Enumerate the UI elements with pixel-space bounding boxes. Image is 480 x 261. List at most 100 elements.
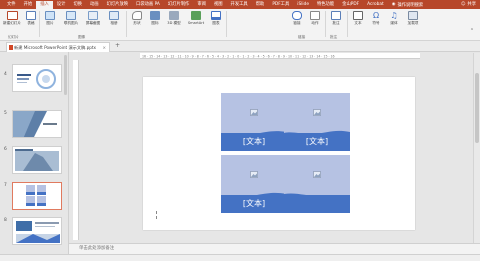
insert-picture-icon[interactable] xyxy=(313,109,321,116)
addins-label: 加载项 xyxy=(407,21,419,25)
thumbnail-scrollbar[interactable] xyxy=(64,55,67,95)
tab-islide[interactable]: iSlide xyxy=(293,0,313,9)
notes-pane[interactable]: 单击此处添加备注 xyxy=(69,243,480,254)
tab-pdf-tools[interactable]: PDF工具 xyxy=(268,0,293,9)
action-label: 动作 xyxy=(311,21,319,25)
online-picture-icon xyxy=(66,11,76,20)
table-label: 表格 xyxy=(27,21,35,25)
document-tab-row: 新建 Microsoft PowerPoint 演示文稿.pptx × + xyxy=(0,41,480,52)
slide-thumbnail[interactable] xyxy=(12,146,62,174)
tab-kingsoft-pdf[interactable]: 金山PDF xyxy=(338,0,363,9)
photo-album-button[interactable]: 相册 xyxy=(106,11,122,25)
thumbnail-preview xyxy=(13,147,61,173)
screenshot-button[interactable]: 屏幕截图 xyxy=(84,11,102,25)
speaker-icon: ♫ xyxy=(390,11,398,20)
placeholder-text[interactable]: [文本] xyxy=(284,136,350,147)
collapse-ribbon-icon[interactable]: ⌃ xyxy=(468,29,476,34)
placeholder-text[interactable]: [文本] xyxy=(221,198,287,209)
tab-animations[interactable]: 动画 xyxy=(86,0,103,9)
placeholder-text[interactable]: [文本] xyxy=(221,136,287,147)
thumbnail-number: 8 xyxy=(4,218,7,223)
smartart-icon xyxy=(191,11,201,20)
share-button[interactable]: ☺ 共享 xyxy=(461,0,476,9)
tab-slideshow[interactable]: 幻灯片放映 xyxy=(103,0,132,9)
group-separator xyxy=(226,11,227,37)
picture-icon xyxy=(45,11,55,20)
tab-slide-making[interactable]: 幻灯片制作 xyxy=(164,0,193,9)
tab-help[interactable]: 帮助 xyxy=(252,0,269,9)
document-tab[interactable]: 新建 Microsoft PowerPoint 演示文稿.pptx × xyxy=(6,42,110,52)
horizontal-ruler: 16 · 15 · 14 · 13 · 12 · 11 · 10 · 9 · 8… xyxy=(140,53,420,59)
text-button[interactable]: 文本 xyxy=(351,11,365,25)
smartart-button[interactable]: SmartArt xyxy=(186,11,206,25)
picture-placeholder-2[interactable]: [文本] xyxy=(284,93,350,151)
tab-insert[interactable]: 插入 xyxy=(36,1,53,9)
chart-icon xyxy=(211,11,221,20)
table-button[interactable]: 表格 xyxy=(25,11,37,25)
screenshot-label: 屏幕截图 xyxy=(85,21,101,25)
insert-picture-icon[interactable] xyxy=(250,171,258,178)
link-icon xyxy=(292,11,302,20)
tab-transitions[interactable]: 切换 xyxy=(69,0,86,9)
action-icon xyxy=(310,11,320,20)
photo-album-label: 相册 xyxy=(110,21,118,25)
slide-thumbnail[interactable] xyxy=(12,64,62,92)
screenshot-icon xyxy=(88,11,98,20)
link-label: 链接 xyxy=(293,21,301,25)
close-icon[interactable]: × xyxy=(102,43,106,52)
person-icon: ☺ xyxy=(460,2,466,7)
3d-models-button[interactable]: 3D 模型 xyxy=(166,11,182,25)
document-tab-title: 新建 Microsoft PowerPoint 演示文稿.pptx xyxy=(14,45,97,50)
tab-review[interactable]: 审阅 xyxy=(193,0,210,9)
tab-file[interactable]: 文件 xyxy=(3,0,20,9)
shapes-icon xyxy=(132,11,142,20)
new-slide-button[interactable]: 新建幻灯片 xyxy=(2,11,22,25)
group-comments-label: 批注 xyxy=(330,35,338,39)
insert-picture-icon[interactable] xyxy=(313,171,321,178)
symbols-button[interactable]: Ω 符号 xyxy=(369,11,383,25)
thumbnail-number: 6 xyxy=(4,147,7,152)
tab-acrobat[interactable]: Acrobat xyxy=(363,0,388,9)
text-label: 文本 xyxy=(354,21,362,25)
slide-thumbnail-pane[interactable]: 4 5 6 7 8 xyxy=(0,52,69,254)
textbox-icon xyxy=(353,11,363,20)
picture-placeholder-3[interactable]: [文本] xyxy=(221,155,287,213)
picture-placeholder-1[interactable]: [文本] xyxy=(221,93,287,151)
vertical-scrollbar[interactable] xyxy=(473,53,480,243)
icons-button[interactable]: 图标 xyxy=(148,11,162,25)
tab-special[interactable]: 特色功能 xyxy=(313,0,338,9)
tab-view[interactable]: 视图 xyxy=(210,0,227,9)
icons-label: 图标 xyxy=(151,21,159,25)
vertical-ruler xyxy=(73,60,79,240)
chart-button[interactable]: 图表 xyxy=(209,11,223,25)
action-button[interactable]: 动作 xyxy=(308,11,322,25)
ribbon-insert: 新建幻灯片 表格 幻灯片 图片 联机图片 屏幕截图 相册 图像 形状 图标 3D… xyxy=(0,9,480,41)
table-icon xyxy=(26,11,36,20)
slide-thumbnail-selected[interactable] xyxy=(12,182,62,210)
shapes-button[interactable]: 形状 xyxy=(130,11,144,25)
tab-developer[interactable]: 开发工具 xyxy=(227,0,252,9)
new-tab-icon[interactable]: + xyxy=(115,42,120,49)
comment-button[interactable]: 批注 xyxy=(329,11,343,25)
picture-placeholder-4[interactable] xyxy=(284,155,350,213)
thumbnail-preview xyxy=(13,183,60,208)
thumbnail-number: 4 xyxy=(4,72,7,77)
thumbnail-number: 7 xyxy=(4,183,7,188)
group-separator xyxy=(347,11,348,37)
media-button[interactable]: ♫ 媒体 xyxy=(387,11,401,25)
pictures-button[interactable]: 图片 xyxy=(42,11,58,25)
tab-design[interactable]: 设计 xyxy=(53,0,70,9)
addins-button[interactable]: 加载项 xyxy=(405,11,421,25)
omega-icon: Ω xyxy=(372,11,380,20)
online-pictures-button[interactable]: 联机图片 xyxy=(62,11,80,25)
slide-thumbnail[interactable] xyxy=(12,110,62,138)
shapes-label: 形状 xyxy=(133,21,141,25)
link-button[interactable]: 链接 xyxy=(290,11,304,25)
slide-thumbnail[interactable] xyxy=(12,217,62,245)
tab-pocket-animation[interactable]: 口袋动画 PA xyxy=(132,0,164,9)
insert-picture-icon[interactable] xyxy=(250,109,258,116)
tell-me-search[interactable]: ◉ 操作说明搜索 xyxy=(392,2,424,8)
scrollbar-thumb[interactable] xyxy=(475,73,479,143)
smartart-label: SmartArt xyxy=(187,21,205,25)
tab-home[interactable]: 开始 xyxy=(20,0,37,9)
